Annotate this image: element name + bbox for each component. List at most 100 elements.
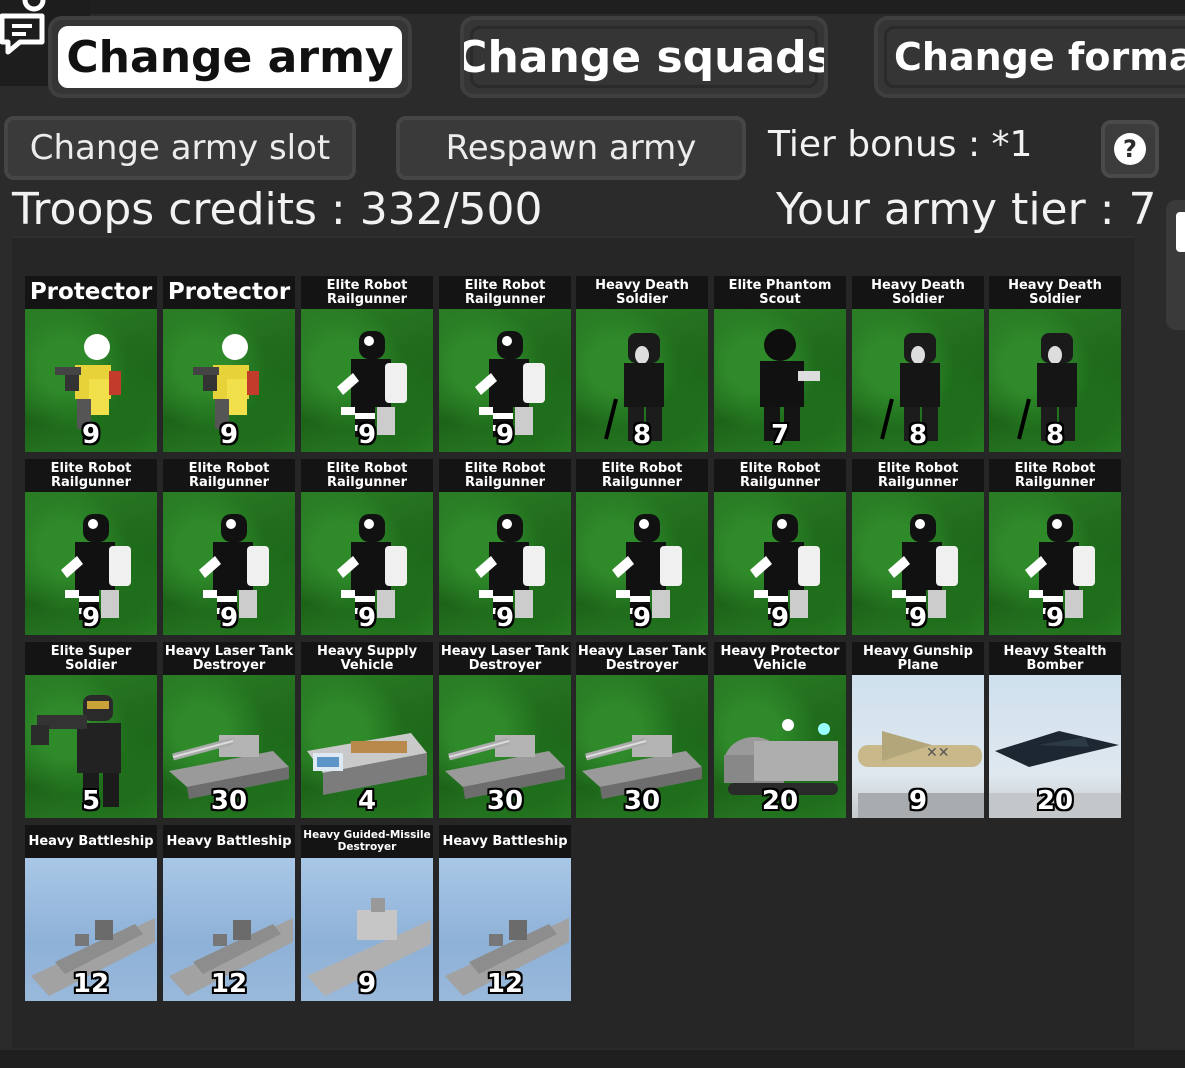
respawn-army-button[interactable]: Respawn army — [396, 116, 746, 180]
unit-name: Heavy Battleship — [439, 825, 571, 858]
unit-name: Heavy Battleship — [163, 825, 295, 858]
unit-cost: 30 — [210, 786, 248, 816]
unit-cost: 9 — [357, 420, 377, 450]
army-tier: Your army tier : 7 — [776, 184, 1157, 235]
unit-name: Heavy Stealth Bomber — [989, 642, 1121, 675]
unit-cost: 8 — [908, 420, 928, 450]
unit-cost: 9 — [81, 420, 101, 450]
scroll-thumb[interactable] — [1176, 212, 1185, 252]
unit-card[interactable]: Elite Robot Railgunner 9 — [25, 459, 157, 635]
unit-card[interactable]: Heavy Battleship 12 — [163, 825, 295, 1001]
unit-card[interactable]: Elite Super Soldier 5 — [25, 642, 157, 818]
unit-cost: 20 — [1036, 786, 1074, 816]
unit-name: Heavy Death Soldier — [852, 276, 984, 309]
unit-name: Heavy Battleship — [25, 825, 157, 858]
unit-cost: 12 — [210, 969, 248, 999]
help-button[interactable]: ? — [1101, 120, 1159, 178]
unit-name: Protector — [25, 276, 157, 309]
unit-cost: 8 — [1045, 420, 1065, 450]
unit-card[interactable]: ✕✕ Heavy Gunship Plane 9 — [852, 642, 984, 818]
unit-name: Elite Robot Railgunner — [439, 276, 571, 309]
unit-cost: 9 — [219, 420, 239, 450]
unit-cost: 9 — [908, 603, 928, 633]
tier-bonus-text: Tier bonus : *1 — [768, 124, 1033, 165]
unit-card[interactable]: Heavy Guided-Missile Destroyer 9 — [301, 825, 433, 1001]
tab-change-formation[interactable]: Change formatio — [874, 16, 1185, 98]
question-icon: ? — [1114, 133, 1146, 165]
unit-card[interactable]: Heavy Death Soldier 8 — [989, 276, 1121, 452]
unit-cost: 9 — [81, 603, 101, 633]
unit-card[interactable]: Elite Phantom Scout 7 — [714, 276, 846, 452]
unit-cost: 12 — [72, 969, 110, 999]
unit-card[interactable]: Heavy Death Soldier 8 — [852, 276, 984, 452]
unit-name: Elite Robot Railgunner — [989, 459, 1121, 492]
unit-cost: 8 — [632, 420, 652, 450]
unit-name: Heavy Guided-Missile Destroyer — [301, 825, 433, 858]
unit-cost: 9 — [495, 420, 515, 450]
unit-card[interactable]: Heavy Battleship 12 — [25, 825, 157, 1001]
unit-card[interactable]: Heavy Protector Vehicle 20 — [714, 642, 846, 818]
unit-name: Elite Robot Railgunner — [25, 459, 157, 492]
unit-name: Protector — [163, 276, 295, 309]
unit-name: Elite Robot Railgunner — [439, 459, 571, 492]
button-label: Respawn army — [445, 128, 697, 168]
unit-name: Heavy Supply Vehicle — [301, 642, 433, 675]
unit-card[interactable]: Protector 9 — [25, 276, 157, 452]
unit-card[interactable]: Elite Robot Railgunner 9 — [439, 459, 571, 635]
unit-name: Heavy Gunship Plane — [852, 642, 984, 675]
unit-card[interactable]: Elite Robot Railgunner 9 — [301, 459, 433, 635]
unit-cost: 9 — [495, 603, 515, 633]
unit-card[interactable]: Elite Robot Railgunner 9 — [163, 459, 295, 635]
unit-cost: 30 — [623, 786, 661, 816]
unit-card[interactable]: Heavy Laser Tank Destroyer 30 — [576, 642, 708, 818]
unit-name: Elite Robot Railgunner — [301, 459, 433, 492]
unit-name: Heavy Protector Vehicle — [714, 642, 846, 675]
unit-card[interactable]: Protector 9 — [163, 276, 295, 452]
unit-cost: 20 — [761, 786, 799, 816]
button-label: Change army slot — [29, 128, 331, 168]
unit-name: Elite Super Soldier — [25, 642, 157, 675]
tab-change-squads[interactable]: Change squads — [460, 16, 828, 98]
unit-card[interactable]: Elite Robot Railgunner 9 — [852, 459, 984, 635]
tab-label: Change formatio — [894, 35, 1185, 79]
unit-name: Elite Robot Railgunner — [163, 459, 295, 492]
unit-name: Heavy Laser Tank Destroyer — [576, 642, 708, 675]
unit-cost: 9 — [770, 603, 790, 633]
unit-cost: 9 — [357, 603, 377, 633]
change-army-slot-button[interactable]: Change army slot — [4, 116, 356, 180]
unit-name: Elite Robot Railgunner — [576, 459, 708, 492]
unit-cost: 4 — [357, 786, 377, 816]
unit-card[interactable]: Heavy Laser Tank Destroyer 30 — [439, 642, 571, 818]
top-strip — [0, 0, 1185, 14]
unit-card[interactable]: Heavy Laser Tank Destroyer 30 — [163, 642, 295, 818]
bottom-strip — [0, 1050, 1185, 1068]
unit-card[interactable]: Heavy Battleship 12 — [439, 825, 571, 1001]
unit-name: Heavy Death Soldier — [576, 276, 708, 309]
unit-card[interactable]: Heavy Death Soldier 8 — [576, 276, 708, 452]
unit-name: Heavy Laser Tank Destroyer — [163, 642, 295, 675]
unit-name: Heavy Laser Tank Destroyer — [439, 642, 571, 675]
unit-card[interactable]: Elite Robot Railgunner 9 — [714, 459, 846, 635]
unit-name: Elite Phantom Scout — [714, 276, 846, 309]
unit-card[interactable]: Elite Robot Railgunner 9 — [439, 276, 571, 452]
unit-cost: 9 — [632, 603, 652, 633]
unit-cost: 9 — [1045, 603, 1065, 633]
unit-name: Elite Robot Railgunner — [852, 459, 984, 492]
unit-cost: 9 — [908, 786, 928, 816]
unit-card[interactable]: Elite Robot Railgunner 9 — [989, 459, 1121, 635]
unit-name: Elite Robot Railgunner — [301, 276, 433, 309]
unit-cost: 30 — [486, 786, 524, 816]
tab-change-army[interactable]: Change army — [48, 16, 412, 98]
unit-name: Elite Robot Railgunner — [714, 459, 846, 492]
unit-cost: 9 — [219, 603, 239, 633]
tab-label: Change squads — [460, 31, 828, 83]
unit-card[interactable]: Heavy Stealth Bomber 20 — [989, 642, 1121, 818]
unit-card[interactable]: Elite Robot Railgunner 9 — [301, 276, 433, 452]
unit-cost: 5 — [81, 786, 101, 816]
troops-credits: Troops credits : 332/500 — [12, 184, 543, 235]
unit-cost: 7 — [770, 420, 790, 450]
unit-card[interactable]: Heavy Supply Vehicle 4 — [301, 642, 433, 818]
unit-card[interactable]: Elite Robot Railgunner 9 — [576, 459, 708, 635]
tab-label: Change army — [66, 31, 394, 83]
svg-text:✕✕: ✕✕ — [926, 745, 949, 761]
